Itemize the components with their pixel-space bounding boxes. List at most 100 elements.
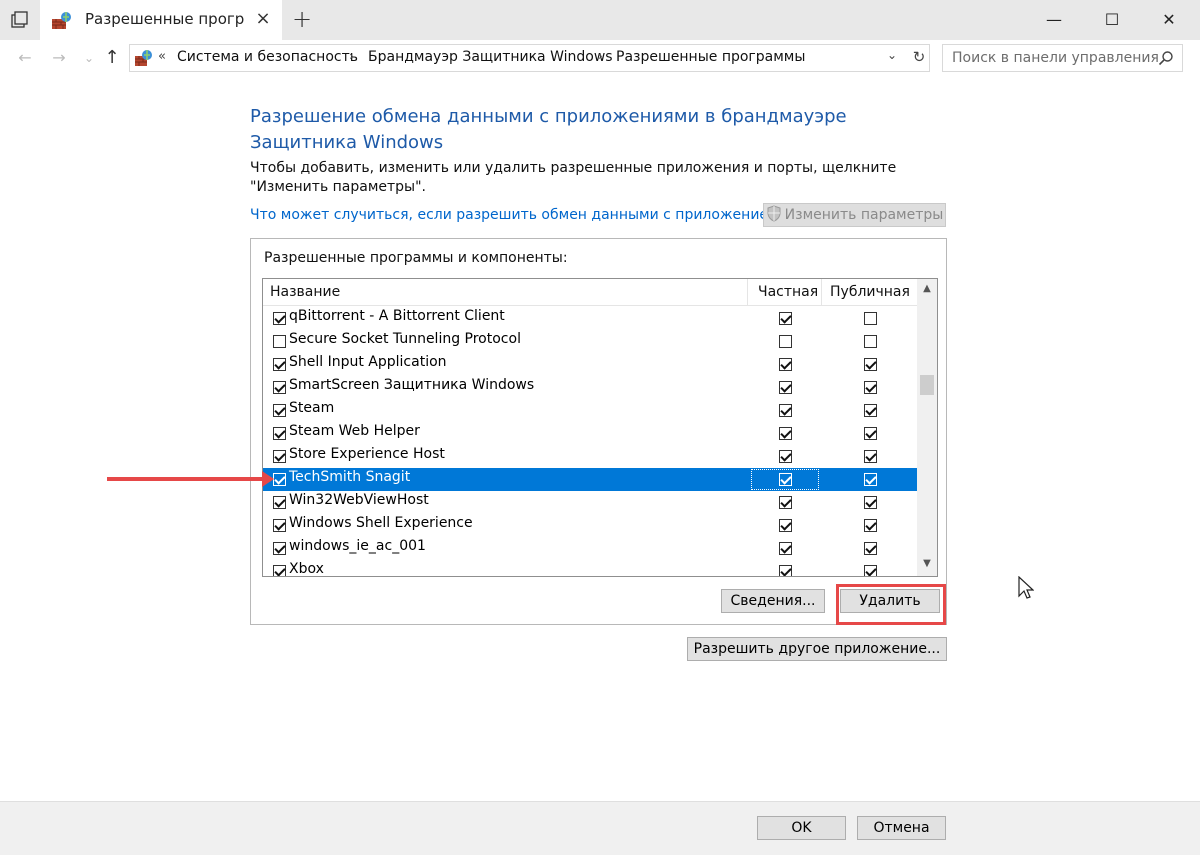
breadcrumb-system-security[interactable]: Система и безопасность [177, 49, 358, 65]
address-bar[interactable]: « Система и безопасность › Брандмауэр За… [129, 44, 930, 72]
private-checkbox[interactable] [779, 358, 792, 371]
cancel-button[interactable]: Отмена [857, 816, 946, 840]
app-name: Xbox [289, 561, 324, 577]
enabled-checkbox[interactable] [273, 496, 286, 509]
private-checkbox[interactable] [779, 381, 792, 394]
breadcrumb-firewall[interactable]: Брандмауэр Защитника Windows [368, 49, 613, 65]
details-button[interactable]: Сведения... [721, 589, 825, 613]
window-tab[interactable]: Разрешенные програ × [40, 0, 282, 40]
vertical-scrollbar[interactable]: ▲ ▼ [917, 279, 937, 576]
search-icon[interactable] [1158, 50, 1174, 70]
table-row[interactable]: Steam [263, 399, 917, 422]
app-name: Secure Socket Tunneling Protocol [289, 331, 521, 347]
column-divider[interactable] [821, 279, 822, 306]
app-name: windows_ie_ac_001 [289, 538, 426, 554]
enabled-checkbox[interactable] [273, 312, 286, 325]
search-box[interactable]: Поиск в панели управления [942, 44, 1183, 72]
private-checkbox[interactable] [779, 473, 792, 486]
firewall-icon [51, 11, 73, 35]
public-checkbox[interactable] [864, 381, 877, 394]
allow-another-app-button[interactable]: Разрешить другое приложение... [687, 637, 947, 661]
back-button[interactable]: ← [14, 48, 36, 68]
app-name: qBittorrent - A Bittorrent Client [289, 308, 505, 324]
enabled-checkbox[interactable] [273, 565, 286, 576]
public-checkbox[interactable] [864, 358, 877, 371]
app-name: Store Experience Host [289, 446, 445, 462]
public-checkbox[interactable] [864, 542, 877, 555]
enabled-checkbox[interactable] [273, 358, 286, 371]
allowed-apps-label: Разрешенные программы и компоненты: [264, 250, 568, 266]
dialog-footer [0, 801, 1200, 855]
table-row[interactable]: Win32WebViewHost [263, 491, 917, 514]
scroll-thumb[interactable] [920, 375, 934, 395]
public-checkbox[interactable] [864, 450, 877, 463]
private-checkbox[interactable] [779, 335, 792, 348]
enabled-checkbox[interactable] [273, 542, 286, 555]
table-row[interactable]: Store Experience Host [263, 445, 917, 468]
public-checkbox[interactable] [864, 427, 877, 440]
app-name: Windows Shell Experience [289, 515, 473, 531]
enabled-checkbox[interactable] [273, 335, 286, 348]
private-checkbox[interactable] [779, 450, 792, 463]
overflow-chevron-icon[interactable]: « [158, 49, 166, 64]
enabled-checkbox[interactable] [273, 381, 286, 394]
minimize-button[interactable]: — [1031, 0, 1077, 40]
scroll-up-icon[interactable]: ▲ [917, 280, 937, 298]
public-checkbox[interactable] [864, 565, 877, 576]
private-checkbox[interactable] [779, 404, 792, 417]
private-checkbox[interactable] [779, 427, 792, 440]
enabled-checkbox[interactable] [273, 450, 286, 463]
public-checkbox[interactable] [864, 312, 877, 325]
column-header-private[interactable]: Частная [758, 284, 818, 300]
scroll-down-icon[interactable]: ▼ [917, 555, 937, 573]
app-name: Steam [289, 400, 335, 416]
private-checkbox[interactable] [779, 496, 792, 509]
enabled-checkbox[interactable] [273, 404, 286, 417]
public-checkbox[interactable] [864, 335, 877, 348]
table-row[interactable]: Secure Socket Tunneling Protocol [263, 330, 917, 353]
public-checkbox[interactable] [864, 473, 877, 486]
table-row[interactable]: Steam Web Helper [263, 422, 917, 445]
uac-shield-icon [766, 205, 782, 229]
public-checkbox[interactable] [864, 496, 877, 509]
refresh-icon[interactable]: ↻ [908, 48, 930, 68]
forward-button[interactable]: → [48, 48, 70, 68]
close-window-button[interactable]: ✕ [1146, 0, 1192, 40]
column-divider[interactable] [747, 279, 748, 306]
breadcrumb-allowed-apps[interactable]: Разрешенные программы [616, 49, 805, 65]
app-name: Win32WebViewHost [289, 492, 429, 508]
table-row[interactable]: Xbox [263, 560, 917, 577]
recent-locations-icon[interactable]: ⌄ [78, 48, 100, 68]
public-checkbox[interactable] [864, 404, 877, 417]
private-checkbox[interactable] [779, 312, 792, 325]
private-checkbox[interactable] [779, 519, 792, 532]
address-dropdown-icon[interactable]: ⌄ [887, 48, 897, 62]
table-row[interactable]: windows_ie_ac_001 [263, 537, 917, 560]
up-button[interactable]: ↑ [101, 48, 123, 68]
table-row[interactable]: SmartScreen Защитника Windows [263, 376, 917, 399]
public-checkbox[interactable] [864, 519, 877, 532]
breadcrumb-separator-icon[interactable]: › [349, 49, 354, 63]
maximize-button[interactable]: ☐ [1089, 0, 1135, 40]
private-checkbox[interactable] [779, 565, 792, 576]
change-settings-button[interactable]: Изменить параметры [763, 203, 946, 227]
search-placeholder: Поиск в панели управления [952, 50, 1159, 66]
enabled-checkbox[interactable] [273, 519, 286, 532]
table-row[interactable]: TechSmith Snagit [263, 468, 917, 491]
column-header-public[interactable]: Публичная [830, 284, 910, 300]
column-header-name[interactable]: Название [270, 284, 340, 300]
help-link[interactable]: Что может случиться, если разрешить обме… [250, 207, 786, 223]
enabled-checkbox[interactable] [273, 427, 286, 440]
table-row[interactable]: Shell Input Application [263, 353, 917, 376]
enabled-checkbox[interactable] [273, 473, 286, 486]
new-tab-button[interactable]: + [290, 7, 314, 33]
private-checkbox[interactable] [779, 542, 792, 555]
allowed-apps-list[interactable]: Название Частная Публичная qBittorrent -… [262, 278, 938, 577]
page-title: Разрешение обмена данными с приложениями… [250, 106, 847, 153]
breadcrumb-separator-icon[interactable]: › [598, 49, 603, 63]
table-row[interactable]: qBittorrent - A Bittorrent Client [263, 307, 917, 330]
table-row[interactable]: Windows Shell Experience [263, 514, 917, 537]
ok-button[interactable]: OK [757, 816, 846, 840]
close-tab-icon[interactable]: × [252, 8, 274, 30]
task-view-icon[interactable] [0, 0, 40, 40]
